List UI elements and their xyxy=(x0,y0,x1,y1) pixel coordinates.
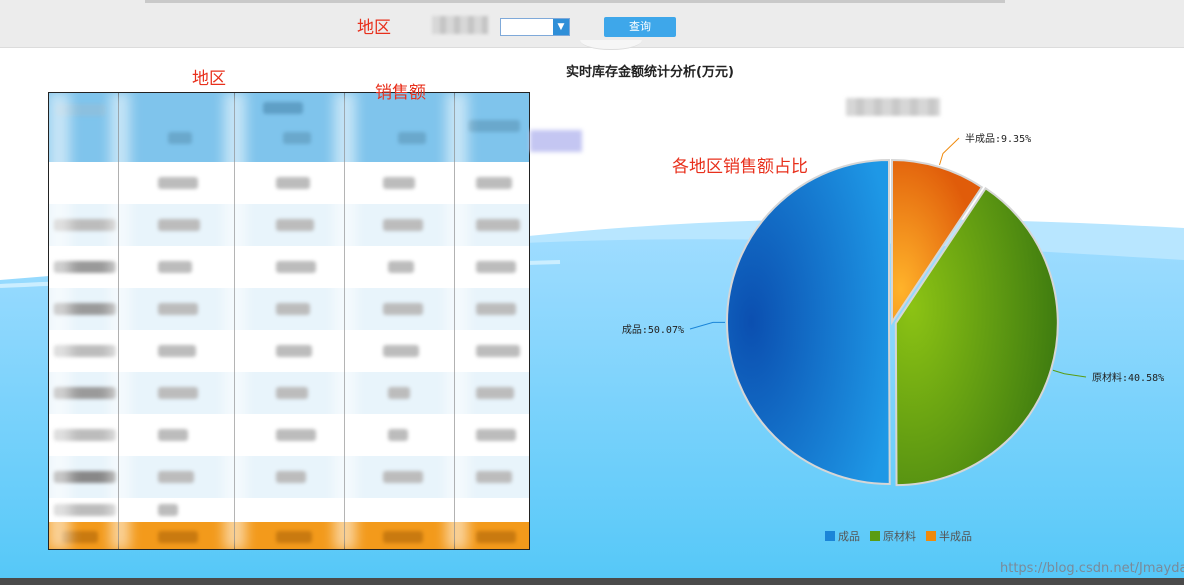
pie-slice-成品[interactable] xyxy=(726,159,891,486)
legend-item[interactable]: 半成品 xyxy=(926,528,972,544)
chart-title: 实时库存金额统计分析(万元) xyxy=(566,65,734,80)
pie-data-label: 成品:50.07% xyxy=(622,324,684,336)
legend-item[interactable]: 原材料 xyxy=(870,528,916,544)
pie-leader-line xyxy=(1052,369,1087,378)
chevron-down-icon[interactable]: ▼ xyxy=(553,19,569,35)
pie-leader-line xyxy=(939,137,960,166)
pie-chart: 半成品:9.35% 原材料:40.58% 成品:50.07% xyxy=(622,132,1164,487)
query-button[interactable]: 查询 xyxy=(604,17,676,37)
toolbar-top-border xyxy=(145,0,1005,3)
pie-leader-line xyxy=(689,321,726,330)
region-filter-label: 地区 xyxy=(357,18,391,38)
pie-slices xyxy=(726,158,1059,487)
watermark-url: https://blog.csdn.net/Jmayday xyxy=(1000,561,1184,576)
legend-label: 原材料 xyxy=(883,530,916,543)
legend-swatch xyxy=(926,531,936,541)
blurred-overflow xyxy=(530,130,582,152)
bottom-scrollbar xyxy=(0,578,1184,585)
legend-swatch xyxy=(870,531,880,541)
legend-swatch xyxy=(825,531,835,541)
legend-label: 半成品 xyxy=(939,530,972,543)
sales-table xyxy=(48,92,530,550)
table-border xyxy=(48,92,530,550)
sales-column-header: 销售额 xyxy=(375,83,426,103)
region-select[interactable]: ▼ xyxy=(500,18,570,36)
chart-legend: 成品 原材料 半成品 xyxy=(825,528,972,544)
pie-data-label: 原材料:40.58% xyxy=(1092,371,1164,384)
blurred-chart-subtitle xyxy=(846,98,940,116)
pie-data-label: 半成品:9.35% xyxy=(965,132,1031,145)
legend-item[interactable]: 成品 xyxy=(825,528,860,544)
region-column-header: 地区 xyxy=(192,69,226,89)
legend-label: 成品 xyxy=(838,530,860,543)
blurred-filter-text xyxy=(432,16,488,34)
